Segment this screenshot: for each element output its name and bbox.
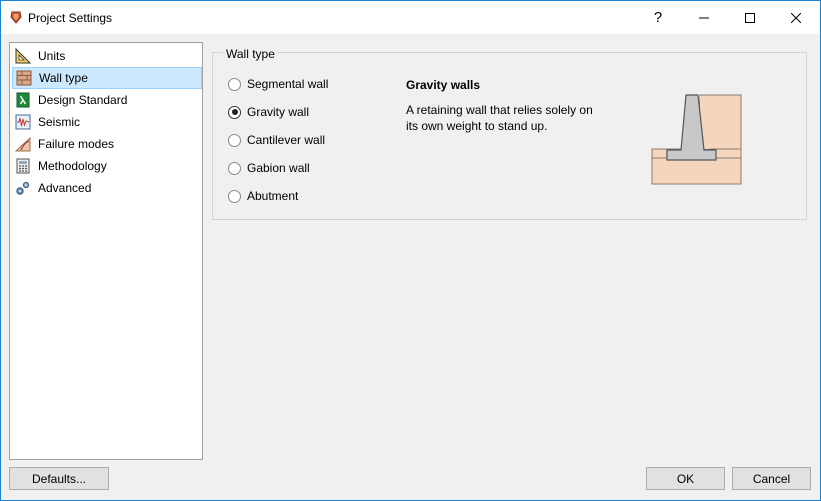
minimize-button[interactable] [681, 1, 727, 34]
sidebar-item-advanced[interactable]: Advanced [12, 177, 202, 199]
maximize-button[interactable] [727, 1, 773, 34]
sidebar-item-units[interactable]: Units [12, 45, 202, 67]
sidebar-item-methodology[interactable]: Methodology [12, 155, 202, 177]
radio-label: Gabion wall [247, 161, 310, 175]
radio-segmental-wall[interactable]: Segmental wall [228, 76, 328, 92]
triangle-ruler-icon [15, 47, 32, 64]
radio-gravity-wall[interactable]: Gravity wall [228, 104, 309, 120]
help-button[interactable]: ? [635, 1, 681, 34]
calculator-icon [15, 158, 31, 174]
radio-cantilever-wall[interactable]: Cantilever wall [228, 132, 325, 148]
radio-button[interactable] [228, 189, 241, 203]
title-bar[interactable]: Project Settings ? [1, 1, 820, 34]
radio-gabion-wall[interactable]: Gabion wall [228, 160, 310, 176]
app-icon [9, 10, 23, 24]
wall-description-title: Gravity walls [406, 78, 481, 92]
close-button[interactable] [773, 1, 819, 34]
radio-abutment[interactable]: Abutment [228, 188, 298, 204]
sidebar-item-label: Design Standard [38, 93, 128, 107]
close-icon [791, 12, 801, 23]
lambda-book-icon [15, 92, 31, 108]
settings-sidebar: Units Wall type Design Standard Seismic … [9, 42, 203, 460]
sidebar-item-design-standard[interactable]: Design Standard [12, 89, 202, 111]
sidebar-item-label: Methodology [38, 159, 107, 173]
sidebar-item-label: Seismic [38, 115, 81, 129]
slope-failure-icon [14, 136, 31, 152]
radio-label: Cantilever wall [247, 133, 326, 147]
sidebar-item-label: Advanced [38, 181, 92, 195]
sidebar-item-wall-type[interactable]: Wall type [12, 67, 202, 89]
radio-button[interactable] [228, 133, 241, 147]
wall-type-group-title: Wall type [223, 47, 278, 61]
sidebar-item-label: Wall type [39, 71, 88, 85]
cancel-button[interactable]: Cancel [732, 467, 811, 490]
sidebar-item-label: Units [38, 49, 66, 63]
sidebar-item-failure-modes[interactable]: Failure modes [12, 133, 202, 155]
gears-icon [15, 180, 31, 196]
minimize-icon [699, 17, 709, 18]
maximize-icon [745, 12, 755, 23]
radio-button[interactable] [228, 105, 241, 119]
project-settings-window: Project Settings ? Units Wall type Desig… [0, 0, 821, 501]
ok-button[interactable]: OK [646, 467, 725, 490]
sidebar-item-label: Failure modes [38, 137, 115, 151]
radio-button[interactable] [228, 161, 241, 175]
brick-wall-icon [16, 70, 32, 86]
radio-label: Gravity wall [247, 105, 310, 119]
window-title: Project Settings [28, 11, 113, 25]
radio-label: Abutment [247, 189, 299, 203]
radio-button[interactable] [228, 77, 241, 91]
sidebar-item-seismic[interactable]: Seismic [12, 111, 202, 133]
radio-label: Segmental wall [247, 77, 329, 91]
seismograph-icon [15, 114, 31, 130]
gravity-wall-diagram [651, 94, 743, 189]
defaults-button[interactable]: Defaults... [9, 467, 109, 490]
wall-description-text: A retaining wall that relies solely on i… [406, 103, 593, 133]
